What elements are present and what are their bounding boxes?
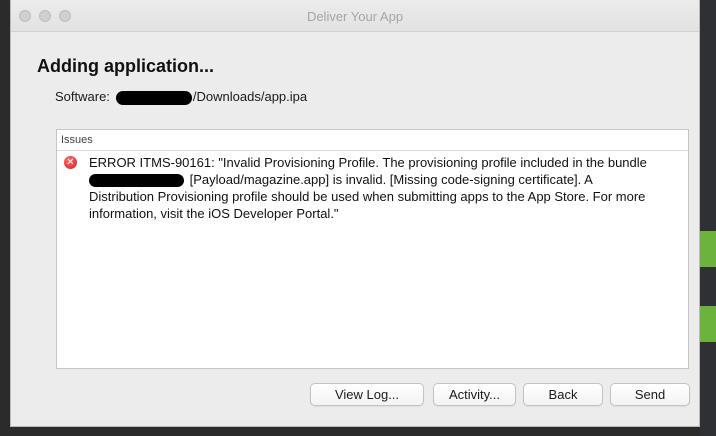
software-path: /Downloads/app.ipa [192,89,308,104]
send-button[interactable]: Send [610,383,690,406]
redacted-text [89,174,184,188]
view-log-button[interactable]: View Log... [310,383,424,406]
issue-line: ERROR ITMS-90161: "Invalid Provisioning … [89,155,647,170]
issue-message: ERROR ITMS-90161: "Invalid Provisioning … [89,154,676,222]
redacted-path-segment [115,90,192,105]
window-title: Deliver Your App [306,9,404,24]
page-title: Adding application... [37,56,214,76]
issue-row: ✕ ERROR ITMS-90161: "Invalid Provisionin… [57,151,688,222]
issue-line: information, visit the iOS Developer Por… [89,206,339,221]
issues-panel[interactable]: Issues ✕ ERROR ITMS-90161: "Invalid Prov… [56,129,689,369]
background-green-button-edge [700,306,716,342]
background-green-button-edge [700,231,716,267]
issue-line: Distribution Provisioning profile should… [89,189,646,204]
issues-header: Issues [57,130,688,151]
activity-button[interactable]: Activity... [433,383,516,406]
window-titlebar: Deliver Your App [11,0,699,32]
issue-line-text: [Payload/magazine.app] is invalid. [Miss… [189,172,593,187]
issue-line: [Payload/magazine.app] is invalid. [Miss… [89,171,676,188]
error-icon: ✕ [64,156,77,169]
deliver-your-app-window: Deliver Your App Adding application... S… [10,0,700,427]
background-app-edge [700,0,716,436]
software-label: Software: [55,89,110,104]
software-row: Software: /Downloads/app.ipa [55,89,307,105]
back-button[interactable]: Back [523,383,603,406]
